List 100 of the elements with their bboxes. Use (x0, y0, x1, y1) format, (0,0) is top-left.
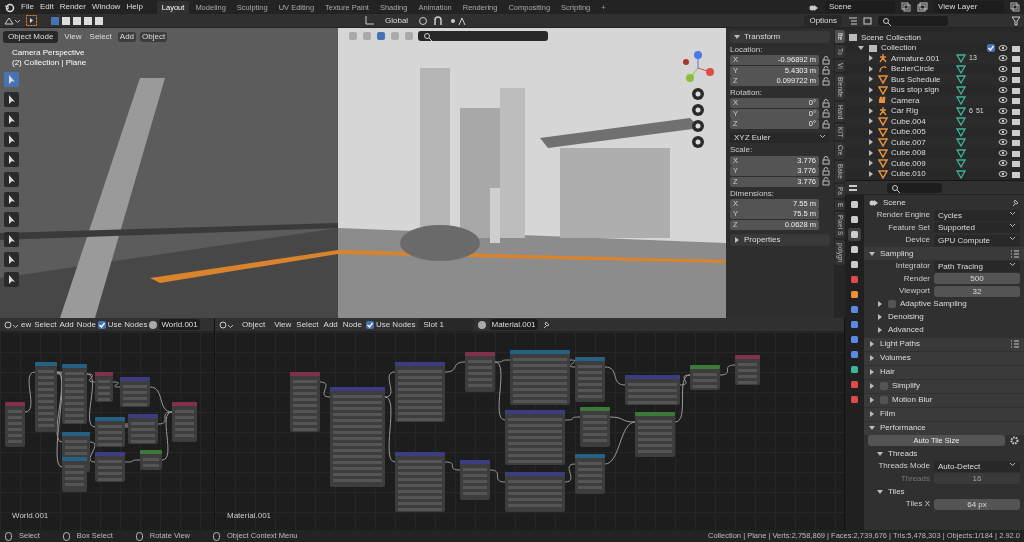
filter-icon[interactable] (863, 15, 873, 26)
node-card[interactable] (505, 472, 565, 512)
outliner-item[interactable]: Scene Collection (861, 32, 922, 42)
collapsed-arrow-icon[interactable] (868, 382, 876, 390)
number-field[interactable]: 64 px (934, 498, 1020, 510)
collapsed-arrow-icon[interactable] (868, 410, 876, 418)
panel-header[interactable]: Adaptive Sampling (868, 297, 1020, 311)
node-card[interactable] (735, 355, 760, 385)
node-card[interactable] (510, 350, 570, 405)
collapsed-arrow-icon[interactable] (868, 368, 876, 376)
options-dropdown[interactable]: Options (804, 14, 842, 27)
node-editor-icon[interactable] (218, 319, 234, 330)
properties-tab-icon[interactable] (848, 363, 861, 376)
properties-tab-icon[interactable] (848, 303, 861, 316)
node-card[interactable] (62, 364, 87, 424)
eye-icon[interactable] (998, 126, 1008, 137)
collapsed-arrow-icon[interactable] (867, 127, 875, 136)
lock-icon[interactable] (822, 166, 830, 176)
presets-icon[interactable] (1010, 339, 1020, 349)
collapsed-arrow-icon[interactable] (868, 396, 876, 404)
collapsed-arrow-icon[interactable] (867, 85, 875, 94)
node-card[interactable] (575, 454, 605, 494)
dropdown[interactable]: Path Tracing (934, 260, 1020, 272)
collapsed-arrow-icon[interactable] (733, 235, 741, 244)
eye-icon[interactable] (998, 137, 1008, 148)
expanded-arrow-icon[interactable] (868, 249, 876, 258)
datablock-field[interactable]: World.001 (159, 318, 200, 331)
expanded-arrow-icon[interactable] (857, 43, 865, 52)
tool-icon[interactable] (4, 132, 19, 147)
panel-checkbox[interactable] (880, 396, 888, 404)
panel-header[interactable]: Film (864, 407, 1024, 421)
outliner-item[interactable]: BezierCircle (891, 64, 953, 74)
panel-header[interactable]: Volumes (864, 351, 1024, 365)
collapsed-arrow-icon[interactable] (867, 75, 875, 84)
pin-icon[interactable] (1010, 197, 1020, 208)
copy-icon[interactable] (1010, 2, 1020, 12)
editor-type-icon[interactable] (3, 15, 21, 26)
gear-icon[interactable] (1009, 435, 1020, 446)
selection-mode-icon[interactable] (94, 15, 104, 26)
menu-item[interactable]: View (62, 32, 84, 42)
tool-icon[interactable] (4, 192, 19, 207)
layers-icon[interactable] (917, 1, 928, 13)
collapsed-arrow-icon[interactable] (868, 340, 876, 348)
collapsed-arrow-icon[interactable] (867, 169, 875, 178)
menu-item[interactable]: Add (322, 319, 339, 330)
menu-item[interactable]: Select (33, 319, 58, 330)
datablock-field[interactable]: Material.001 (489, 318, 538, 331)
select-tool-icon[interactable] (26, 15, 37, 26)
tool-icon[interactable] (4, 172, 19, 187)
lock-icon[interactable] (822, 76, 830, 86)
outliner-item[interactable]: Cube.004 (891, 116, 953, 126)
tool-icon[interactable] (4, 252, 19, 267)
lock-icon[interactable] (822, 119, 830, 129)
collapsed-arrow-icon[interactable] (876, 300, 884, 308)
selection-mode-icon[interactable] (72, 15, 82, 26)
node-card[interactable] (460, 460, 490, 500)
orientation-dropdown[interactable]: Global (380, 14, 414, 27)
node-card[interactable] (575, 357, 605, 402)
menu-item[interactable]: ew (20, 319, 33, 330)
node-card[interactable] (35, 362, 57, 432)
node-card[interactable] (140, 450, 162, 470)
tool-icon[interactable] (4, 92, 19, 107)
outliner-item[interactable]: Bus stop sign (891, 85, 953, 95)
expanded-arrow-icon[interactable] (733, 33, 741, 41)
number-field[interactable]: 500 (934, 273, 1020, 284)
lock-icon[interactable] (822, 55, 830, 65)
dropdown[interactable]: Auto-Detect (934, 460, 1020, 472)
selection-mode-icon[interactable] (83, 15, 93, 26)
collapsed-arrow-icon[interactable] (867, 96, 875, 105)
search-field[interactable] (878, 15, 948, 26)
eye-icon[interactable] (998, 84, 1008, 95)
tool-icon[interactable] (4, 232, 19, 247)
filter-icon[interactable] (1011, 15, 1021, 26)
collapsed-arrow-icon[interactable] (876, 313, 884, 321)
use-nodes-checkbox[interactable] (97, 320, 106, 329)
node-card[interactable] (5, 402, 25, 447)
eye-icon[interactable] (998, 158, 1008, 169)
dropdown[interactable]: Cycles (934, 209, 1020, 221)
material-icon[interactable] (148, 319, 159, 330)
properties-tab-icon[interactable] (848, 258, 861, 271)
menu-item[interactable]: Add (117, 32, 137, 42)
use-nodes-checkbox[interactable] (365, 320, 374, 329)
number-field[interactable]: 32 (934, 285, 1020, 297)
node-card[interactable] (505, 410, 565, 465)
lock-icon[interactable] (822, 109, 830, 119)
collapsed-arrow-icon[interactable] (867, 159, 875, 168)
node-card[interactable] (330, 387, 385, 487)
eye-icon[interactable] (998, 147, 1008, 158)
node-card[interactable] (395, 362, 445, 422)
lock-icon[interactable] (822, 66, 830, 76)
node-card[interactable] (635, 412, 675, 457)
mode-dropdown[interactable]: Object Mode (3, 31, 59, 43)
transform-orientation-icon[interactable] (364, 15, 375, 26)
exclude-checkbox[interactable] (987, 43, 995, 52)
panel-header[interactable]: Sampling (864, 247, 1024, 260)
node-card[interactable] (395, 452, 445, 512)
menu-item[interactable]: Help (126, 2, 143, 12)
node-card[interactable] (580, 407, 610, 447)
dropdown[interactable]: Supported (934, 222, 1020, 233)
node-card[interactable] (690, 365, 720, 390)
